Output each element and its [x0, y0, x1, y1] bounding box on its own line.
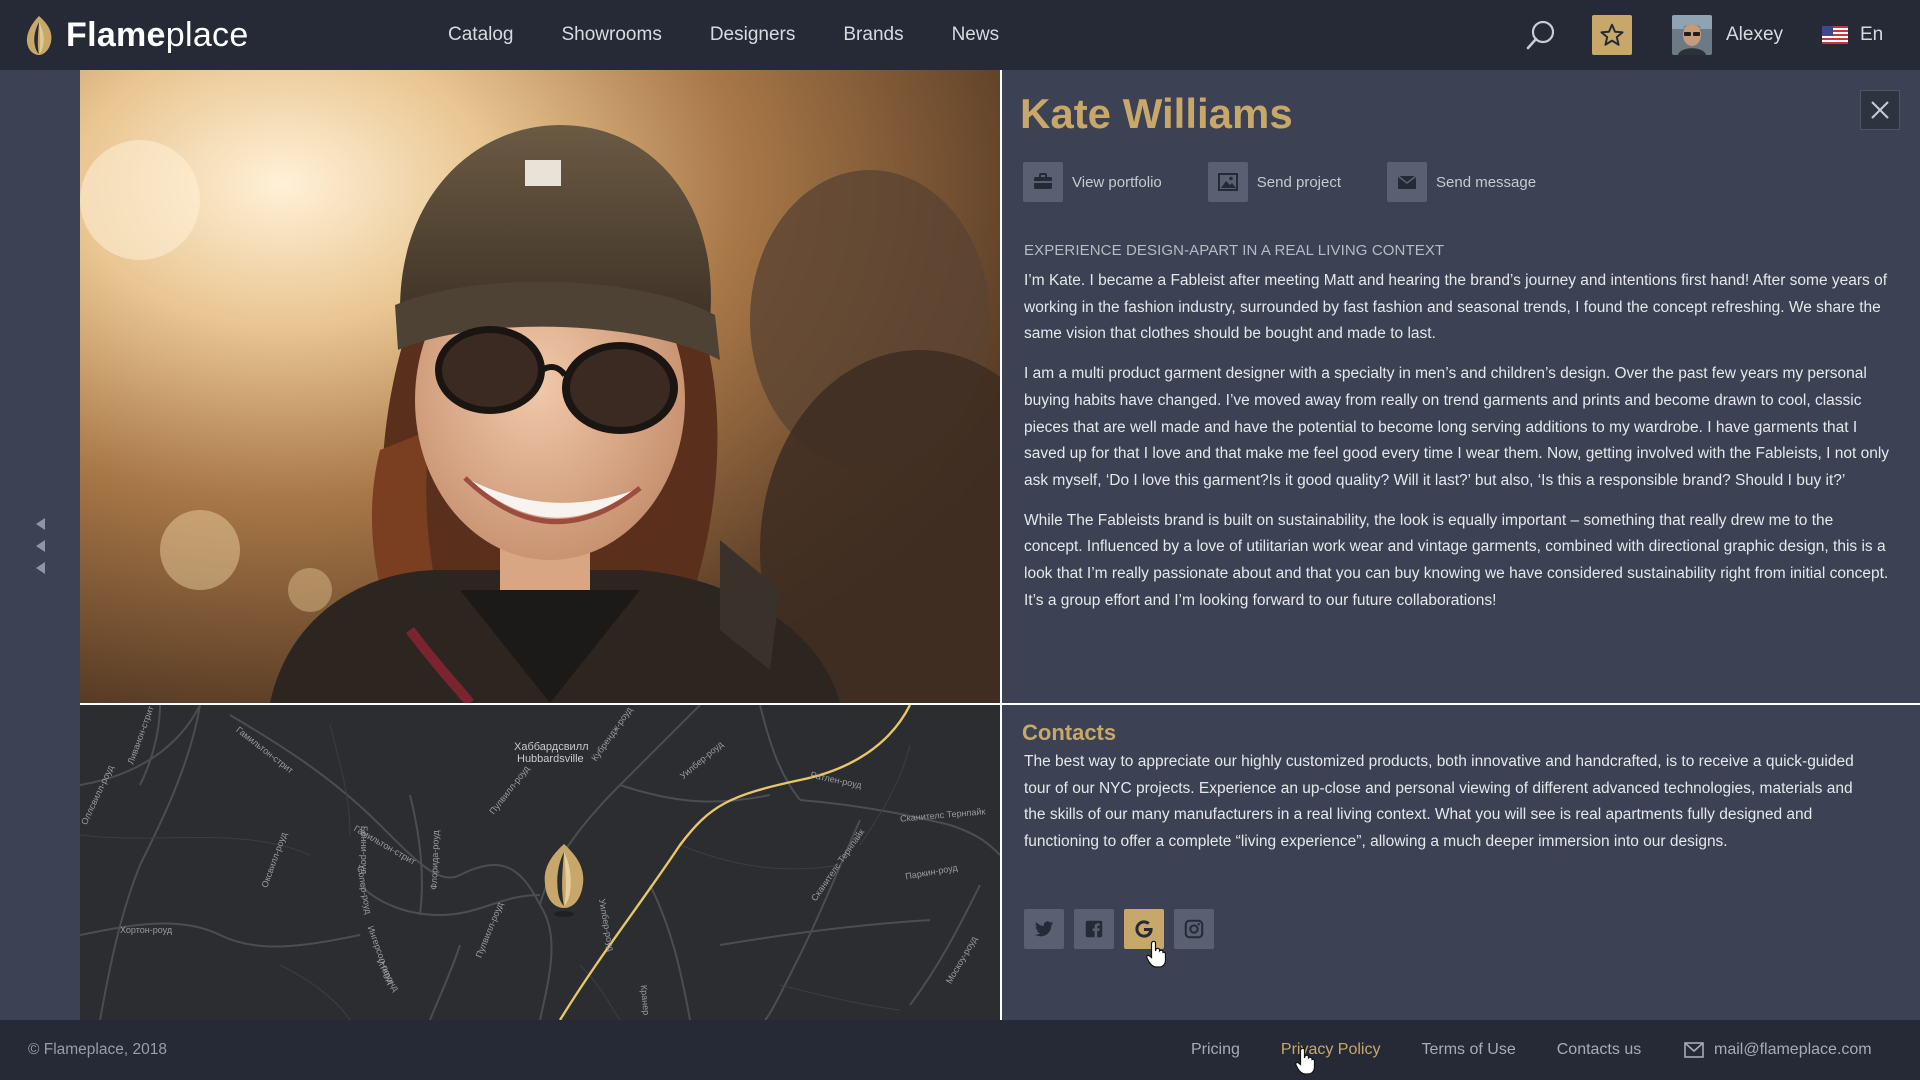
chevron-left-icon[interactable]	[34, 561, 46, 575]
map-pin-icon[interactable]	[535, 840, 593, 920]
chevron-left-icon[interactable]	[34, 517, 46, 531]
contacts-text: The best way to appreciate our highly cu…	[1024, 753, 1854, 850]
close-icon	[1871, 101, 1889, 119]
nav-catalog[interactable]: Catalog	[448, 24, 514, 46]
user-name: Alexey	[1726, 24, 1784, 45]
logo[interactable]: Flameplace	[22, 0, 249, 70]
footer-email-link[interactable]: mail@flameplace.com	[1684, 1020, 1872, 1080]
bio-text: I’m Kate. I became a Fableist after meet…	[1024, 268, 1894, 627]
facebook-button[interactable]	[1074, 909, 1114, 949]
contacts-panel: Contacts The best way to appreciate our …	[1000, 705, 1920, 1020]
image-icon	[1207, 162, 1248, 202]
send-project-button[interactable]: Send project	[1207, 162, 1342, 202]
footer-link-pricing[interactable]: Pricing	[1191, 1041, 1240, 1059]
us-flag-icon	[1822, 26, 1848, 44]
footer-link-contacts-us[interactable]: Contacts us	[1557, 1041, 1641, 1059]
google-icon	[1135, 920, 1153, 938]
main-nav: Catalog Showrooms Designers Brands News	[448, 0, 1047, 70]
briefcase-icon	[1023, 162, 1063, 202]
star-icon	[1600, 23, 1624, 46]
bio-paragraph: I am a multi product garment designer wi…	[1024, 365, 1890, 489]
bio-paragraph: While The Fableists brand is built on su…	[1024, 511, 1889, 609]
designer-name: Kate Williams	[1020, 90, 1293, 137]
logo-text: Flameplace	[66, 15, 249, 54]
chevron-left-icon[interactable]	[34, 539, 46, 553]
view-portfolio-button[interactable]: View portfolio	[1023, 162, 1162, 202]
map-label: Хаббардсвилл	[514, 741, 589, 753]
location-map[interactable]: Хаббардсвилл Hubbardsville Гамильтон-стр…	[80, 705, 1000, 1020]
bio-heading: EXPERIENCE DESIGN-APART IN A REAL LIVING…	[1024, 242, 1445, 259]
bio-paragraph: I’m Kate. I became a Fableist after meet…	[1024, 272, 1888, 343]
designer-bio-panel: Kate Williams View portfolio Send projec…	[1000, 70, 1920, 703]
contacts-title: Contacts	[1022, 720, 1117, 745]
social-links	[1024, 909, 1224, 949]
language-label: En	[1860, 24, 1884, 45]
footer-link-terms-of-use[interactable]: Terms of Use	[1421, 1041, 1515, 1059]
nav-brands[interactable]: Brands	[843, 24, 903, 46]
nav-news[interactable]: News	[952, 24, 1000, 46]
twitter-icon	[1034, 921, 1054, 937]
user-menu[interactable]: Alexey	[1672, 15, 1783, 55]
top-header: Flameplace Catalog Showrooms Designers B…	[0, 0, 1920, 70]
footer-links: Pricing Privacy Policy Terms of Use Cont…	[1191, 1020, 1682, 1080]
envelope-icon	[1387, 162, 1428, 202]
flame-icon	[26, 16, 52, 55]
view-portfolio-label: View portfolio	[1072, 173, 1162, 191]
map-label: Флорида-роуд	[428, 830, 441, 890]
facebook-icon	[1085, 920, 1103, 938]
favorites-button[interactable]	[1592, 15, 1632, 55]
designer-actions: View portfolio Send project Send message	[1023, 162, 1582, 202]
instagram-button[interactable]	[1174, 909, 1214, 949]
google-button[interactable]	[1124, 909, 1164, 949]
copyright: © Flameplace, 2018	[28, 1041, 167, 1058]
map-label: Хортон-роуд	[120, 925, 173, 935]
envelope-icon	[1684, 1042, 1704, 1058]
footer-link-privacy-policy[interactable]: Privacy Policy	[1281, 1041, 1381, 1059]
nav-showrooms[interactable]: Showrooms	[562, 24, 662, 46]
send-project-label: Send project	[1256, 173, 1342, 191]
map-label: Hubbardsville	[517, 753, 584, 765]
designer-photo	[80, 70, 1000, 703]
language-selector[interactable]: En	[1822, 15, 1883, 55]
footer: © Flameplace, 2018 Pricing Privacy Polic…	[0, 1020, 1920, 1080]
search-icon[interactable]	[1524, 18, 1558, 52]
left-rail	[0, 70, 80, 1020]
avatar	[1672, 15, 1712, 55]
send-message-label: Send message	[1436, 173, 1537, 191]
send-message-button[interactable]: Send message	[1387, 162, 1536, 202]
footer-email: mail@flameplace.com	[1714, 1041, 1872, 1058]
instagram-icon	[1184, 919, 1204, 939]
nav-designers[interactable]: Designers	[710, 24, 796, 46]
close-button[interactable]	[1860, 90, 1900, 130]
twitter-button[interactable]	[1024, 909, 1064, 949]
